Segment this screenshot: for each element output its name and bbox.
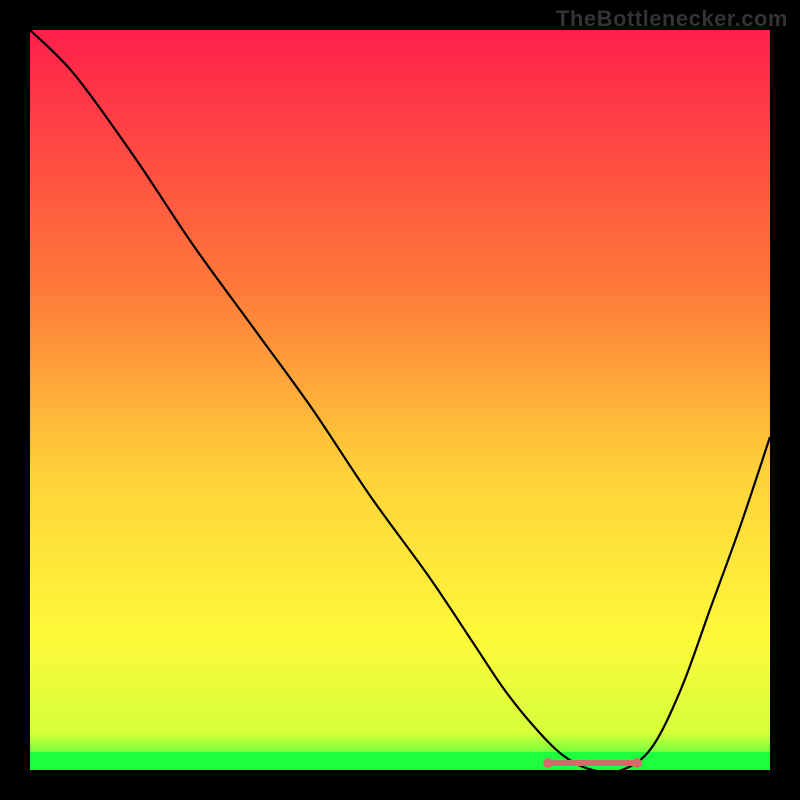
- optimal-range-dot-left: [543, 758, 553, 768]
- optimal-range-dot-right: [632, 758, 642, 768]
- watermark-text: TheBottlenecker.com: [556, 6, 788, 32]
- plot-area: [30, 30, 770, 770]
- bottleneck-curve: [30, 30, 770, 770]
- chart-frame: TheBottlenecker.com: [0, 0, 800, 800]
- optimal-range-marker: [548, 760, 637, 766]
